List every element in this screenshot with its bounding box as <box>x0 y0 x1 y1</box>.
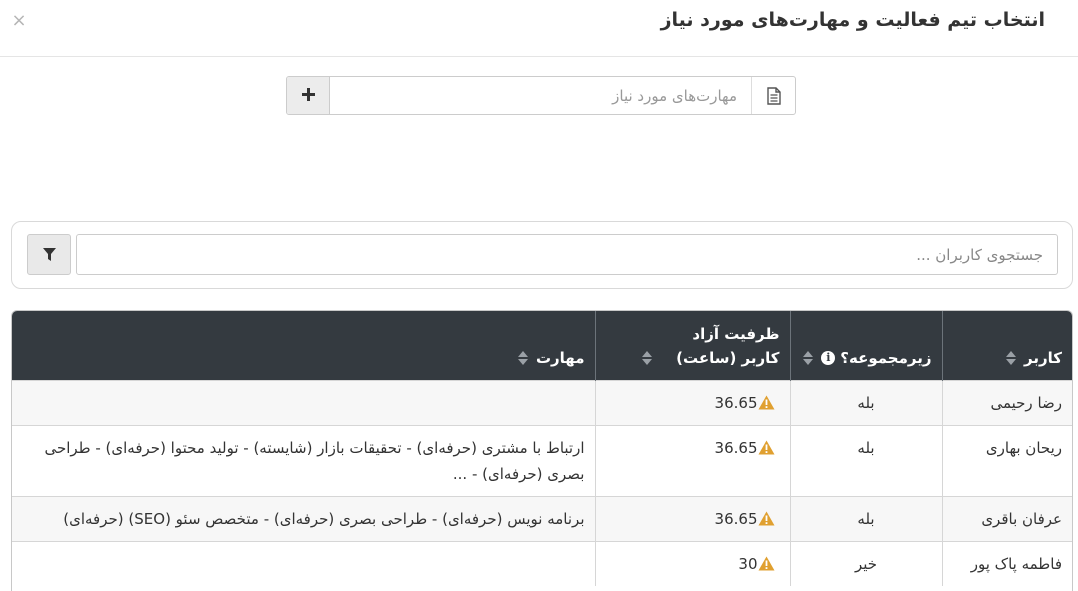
users-table: کاربر زیرمجموعه؟ i ظرفیت آزاد کاربر (ساع… <box>11 310 1073 591</box>
warning-icon <box>758 440 774 455</box>
capacity-value: 30 <box>738 554 758 573</box>
table-header-row: کاربر زیرمجموعه؟ i ظرفیت آزاد کاربر (ساع… <box>12 311 1072 380</box>
warning-icon <box>758 511 774 526</box>
add-skill-button[interactable] <box>287 77 330 114</box>
skills-input[interactable] <box>331 77 751 114</box>
column-header-capacity-label: ظرفیت آزاد کاربر (ساعت) <box>676 324 780 367</box>
plus-icon <box>302 88 315 101</box>
close-button[interactable]: × <box>10 10 28 32</box>
skills-input-group <box>286 76 796 115</box>
column-header-capacity[interactable]: ظرفیت آزاد کاربر (ساعت) <box>594 311 790 380</box>
column-header-subset-label: زیرمجموعه؟ <box>840 348 932 367</box>
capacity-value: 36.65 <box>714 438 758 457</box>
skills-value: ارتباط با مشتری (حرفه‌ای) - تحقیقات بازا… <box>12 424 595 496</box>
subset-value: بله <box>789 495 942 541</box>
table-row[interactable]: ریحان بهاری بله 36.65 ارتباط با مشتری (ح… <box>12 424 1072 496</box>
capacity-cell: 36.65 <box>594 379 790 425</box>
capacity-cell: 30 <box>594 540 790 586</box>
subset-value: خیر <box>789 540 942 586</box>
user-name: ریحان بهاری <box>941 424 1072 496</box>
user-name: رضا رحیمی <box>941 379 1072 425</box>
sort-icon[interactable] <box>641 350 652 366</box>
table-row[interactable]: عرفان باقری بله 36.65 برنامه نویس (حرفه‌… <box>12 495 1072 541</box>
user-name: فاطمه پاک پور <box>941 540 1072 586</box>
modal-header: انتخاب تیم فعالیت و مهارت‌های مورد نیاز … <box>0 0 1078 57</box>
table-row[interactable]: فاطمه پاک پور خیر 30 <box>12 540 1072 586</box>
capacity-cell: 36.65 <box>594 495 790 541</box>
column-header-subset[interactable]: زیرمجموعه؟ i <box>789 311 942 380</box>
info-icon[interactable]: i <box>821 350 836 365</box>
sort-icon[interactable] <box>803 350 814 366</box>
subset-value: بله <box>789 379 942 425</box>
document-icon <box>751 77 795 114</box>
skills-value <box>12 540 595 586</box>
sort-icon[interactable] <box>517 350 528 366</box>
column-header-skills-label: مهارت <box>535 348 585 367</box>
subset-value: بله <box>789 424 942 496</box>
filter-button[interactable] <box>27 234 71 275</box>
modal-title: انتخاب تیم فعالیت و مهارت‌های مورد نیاز <box>660 9 1045 31</box>
sort-icon[interactable] <box>1006 350 1017 366</box>
capacity-value: 36.65 <box>714 509 758 528</box>
user-search-input[interactable] <box>76 234 1058 275</box>
user-name: عرفان باقری <box>941 495 1072 541</box>
warning-icon <box>758 556 774 571</box>
column-header-skills[interactable]: مهارت <box>12 311 595 380</box>
capacity-value: 36.65 <box>714 393 758 412</box>
skills-value: برنامه نویس (حرفه‌ای) - طراحی بصری (حرفه… <box>12 495 595 541</box>
table-row[interactable]: رضا رحیمی بله 36.65 <box>12 379 1072 425</box>
warning-icon <box>758 395 774 410</box>
skills-value <box>12 379 595 425</box>
filter-icon <box>43 248 56 261</box>
user-search-panel <box>11 221 1073 289</box>
column-header-user-label: کاربر <box>1024 348 1062 367</box>
column-header-user[interactable]: کاربر <box>941 311 1072 380</box>
capacity-cell: 36.65 <box>594 424 790 496</box>
